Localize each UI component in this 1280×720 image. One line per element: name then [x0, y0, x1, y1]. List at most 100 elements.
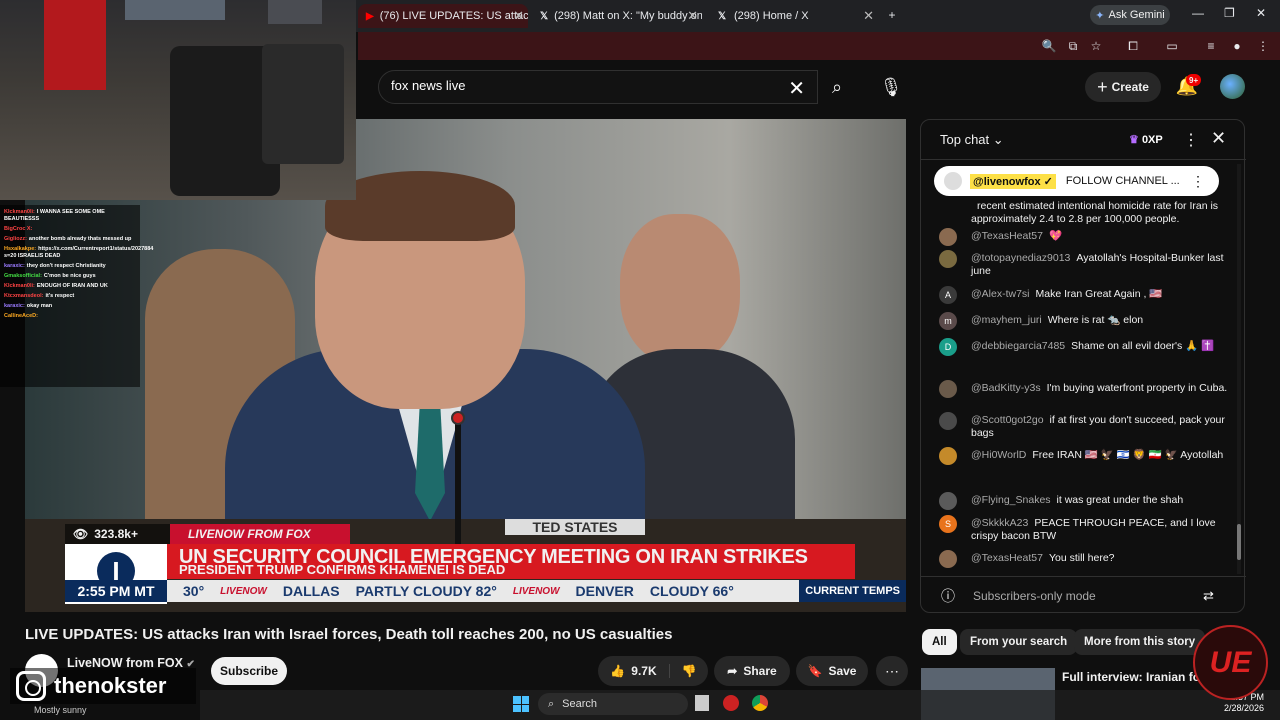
avatar[interactable] — [939, 228, 957, 246]
chat-message-body: @TexasHeat57 You still here? — [971, 552, 1115, 568]
chat-message[interactable]: m @mayhem_juri Where is rat 🐀 elon — [939, 312, 1229, 330]
chat-scrollbar[interactable] — [1237, 164, 1241, 574]
chip-all[interactable]: All — [922, 629, 957, 655]
avatar[interactable] — [939, 492, 957, 510]
save-button[interactable]: 🔖 Save — [796, 656, 868, 686]
overlay-chat-user: karaxic: — [4, 263, 25, 269]
chat-message[interactable]: D @debbiegarcia7485 Shame on all evil doer… — [939, 338, 1229, 356]
chat-text: Free IRAN 🇺🇸 🦅 🇮🇱 🦁 🇮🇷 🦅 Ayotollah — [1032, 449, 1224, 461]
chip-from-your-search[interactable]: From your search — [960, 629, 1078, 655]
browser-menu-icon[interactable]: ⋮ — [1256, 39, 1270, 53]
chrome-icon[interactable] — [752, 695, 768, 711]
chat-author[interactable]: @TexasHeat57 — [971, 230, 1043, 242]
app-icon[interactable] — [723, 695, 739, 711]
more-vert-icon[interactable]: ⋮ — [1183, 130, 1199, 150]
chat-message[interactable]: recent estimated intentional homicide ra… — [939, 200, 1229, 226]
zoom-icon[interactable]: 🔍 — [1042, 39, 1057, 53]
overlay-chat-user: Hsxalkakpe: — [4, 246, 37, 252]
create-button[interactable]: + Create — [1085, 72, 1161, 102]
chat-author[interactable]: @debbiegarcia7485 — [971, 340, 1065, 352]
minimize-icon[interactable]: — — [1192, 6, 1204, 20]
avatar[interactable]: D — [939, 338, 957, 356]
ask-gemini-button[interactable]: ✦ Ask Gemini — [1090, 5, 1170, 25]
new-tab-icon[interactable]: + — [885, 8, 899, 22]
voice-search-button[interactable]: 🎙 — [874, 70, 908, 104]
chat-message[interactable]: @Flying_Snakes it was great under the sha… — [939, 492, 1229, 510]
chat-message[interactable]: @totopaynediaz9013 Ayatollah's Hospital-B… — [939, 250, 1229, 278]
search-button[interactable]: ⌕ — [818, 70, 856, 104]
scrollbar-thumb[interactable] — [1237, 524, 1241, 560]
windows-start-icon[interactable] — [513, 696, 529, 712]
top-chat-dropdown[interactable]: Top chat ⌄ — [940, 132, 1004, 148]
chat-author[interactable]: @Scott0got2go — [971, 414, 1044, 426]
like-button[interactable]: 👍 9.7K — [598, 664, 670, 678]
chip-more-from-this-story[interactable]: More from this story — [1074, 629, 1206, 655]
translate-icon[interactable]: ⇄ — [1203, 588, 1214, 604]
chat-author[interactable]: @SkkkkA23 — [971, 517, 1028, 529]
overlay-chat-line: karaxic: okay man — [4, 303, 136, 310]
more-vert-icon[interactable]: ⋮ — [1191, 173, 1205, 190]
x-icon: 𝕏 — [540, 10, 549, 22]
chat-author[interactable]: @totopaynediaz9013 — [971, 252, 1070, 264]
search-icon: ⌕ — [548, 697, 555, 710]
chat-author[interactable]: @Hi0WorlD — [971, 449, 1026, 461]
ue-logo: UE — [1193, 625, 1268, 700]
chat-message[interactable]: @TexasHeat57 You still here? — [939, 550, 1229, 568]
close-tab-icon[interactable]: ✕ — [863, 8, 874, 24]
profile-icon[interactable]: ● — [1230, 39, 1244, 53]
tab-x-home[interactable]: 𝕏 (298) Home / X ✕ — [708, 4, 878, 28]
chat-author[interactable]: @mayhem_juri — [971, 314, 1042, 326]
taskbar-search[interactable]: ⌕ Search — [538, 693, 688, 715]
chat-message[interactable]: A @Alex-tw7si Make Iran Great Again , 🇺🇸 — [939, 286, 1229, 304]
more-actions-button[interactable]: ⋯ — [876, 656, 908, 686]
avatar[interactable] — [939, 550, 957, 568]
dislike-button[interactable]: 👎 — [670, 664, 708, 678]
chat-text: Shame on all evil doer's 🙏 ✝️ — [1071, 340, 1215, 352]
cast-icon[interactable]: ⧉ — [1066, 39, 1080, 53]
pinned-message[interactable]: @livenowfox ✓ FOLLOW CHANNEL ... ⋮ — [934, 166, 1219, 196]
media-icon[interactable]: ≡ — [1204, 39, 1218, 53]
share-icon: ➦ — [727, 664, 738, 678]
sidebar-icon[interactable]: ▭ — [1165, 39, 1179, 53]
thumbs-up-icon: 👍 — [610, 664, 626, 678]
bookmark-star-icon[interactable]: ☆ — [1089, 39, 1103, 53]
chat-message[interactable]: @TexasHeat57 💖 — [939, 228, 1229, 246]
subscribe-button[interactable]: Subscribe — [211, 657, 287, 685]
chat-author[interactable]: @Alex-tw7si — [971, 288, 1030, 300]
avatar[interactable]: S — [939, 515, 957, 533]
search-box[interactable]: ✕ — [378, 70, 818, 104]
recommended-title[interactable]: Full interview: Iranian forei — [1062, 670, 1215, 684]
avatar[interactable] — [939, 380, 957, 398]
restore-icon[interactable]: ❐ — [1224, 6, 1235, 20]
close-icon[interactable]: ✕ — [1211, 128, 1226, 149]
chat-message[interactable]: @BadKitty-y3s I'm buying waterfront prope… — [939, 380, 1229, 398]
clock-date: 2/28/2026 — [1224, 703, 1265, 713]
avatar[interactable]: m — [939, 312, 957, 330]
tab-x-matt[interactable]: 𝕏 (298) Matt on X: "My buddy on ✕ — [532, 4, 702, 28]
close-tab-icon[interactable]: ✕ — [687, 8, 698, 24]
chat-message[interactable]: S @SkkkkA23 PEACE THROUGH PEACE, and I lov… — [939, 515, 1229, 543]
plus-icon: + — [1097, 76, 1108, 97]
avatar[interactable] — [939, 447, 957, 465]
file-explorer-icon[interactable] — [695, 695, 709, 711]
xp-badge[interactable]: ♛ 0XP — [1129, 133, 1163, 146]
avatar[interactable] — [939, 250, 957, 268]
chat-author[interactable]: @TexasHeat57 — [971, 552, 1043, 564]
close-window-icon[interactable]: ✕ — [1256, 6, 1266, 20]
clear-search-icon[interactable]: ✕ — [788, 76, 805, 101]
share-button[interactable]: ➦ Share — [714, 656, 790, 686]
avatar[interactable]: A — [939, 286, 957, 304]
chat-author[interactable]: @Flying_Snakes — [971, 494, 1051, 506]
tab-youtube[interactable]: ▶ (76) LIVE UPDATES: US attac ✕ — [358, 4, 528, 28]
ticker-item: CLOUDY 66° — [649, 583, 734, 599]
close-tab-icon[interactable]: ✕ — [513, 8, 524, 24]
extensions-icon[interactable]: ⧠ — [1126, 39, 1140, 53]
chat-author[interactable]: @BadKitty-y3s — [971, 382, 1041, 394]
avatar[interactable] — [939, 412, 957, 430]
podium-nameplate: TED STATES — [505, 519, 645, 535]
chat-message[interactable]: @Hi0WorlD Free IRAN 🇺🇸 🦅 🇮🇱 🦁 🇮🇷 🦅 Ayotol… — [939, 447, 1229, 465]
wall-poster — [125, 0, 225, 20]
account-avatar[interactable] — [1220, 74, 1245, 99]
search-input[interactable] — [391, 78, 771, 93]
chat-message[interactable]: @Scott0got2go if at first you don't succe… — [939, 412, 1229, 440]
